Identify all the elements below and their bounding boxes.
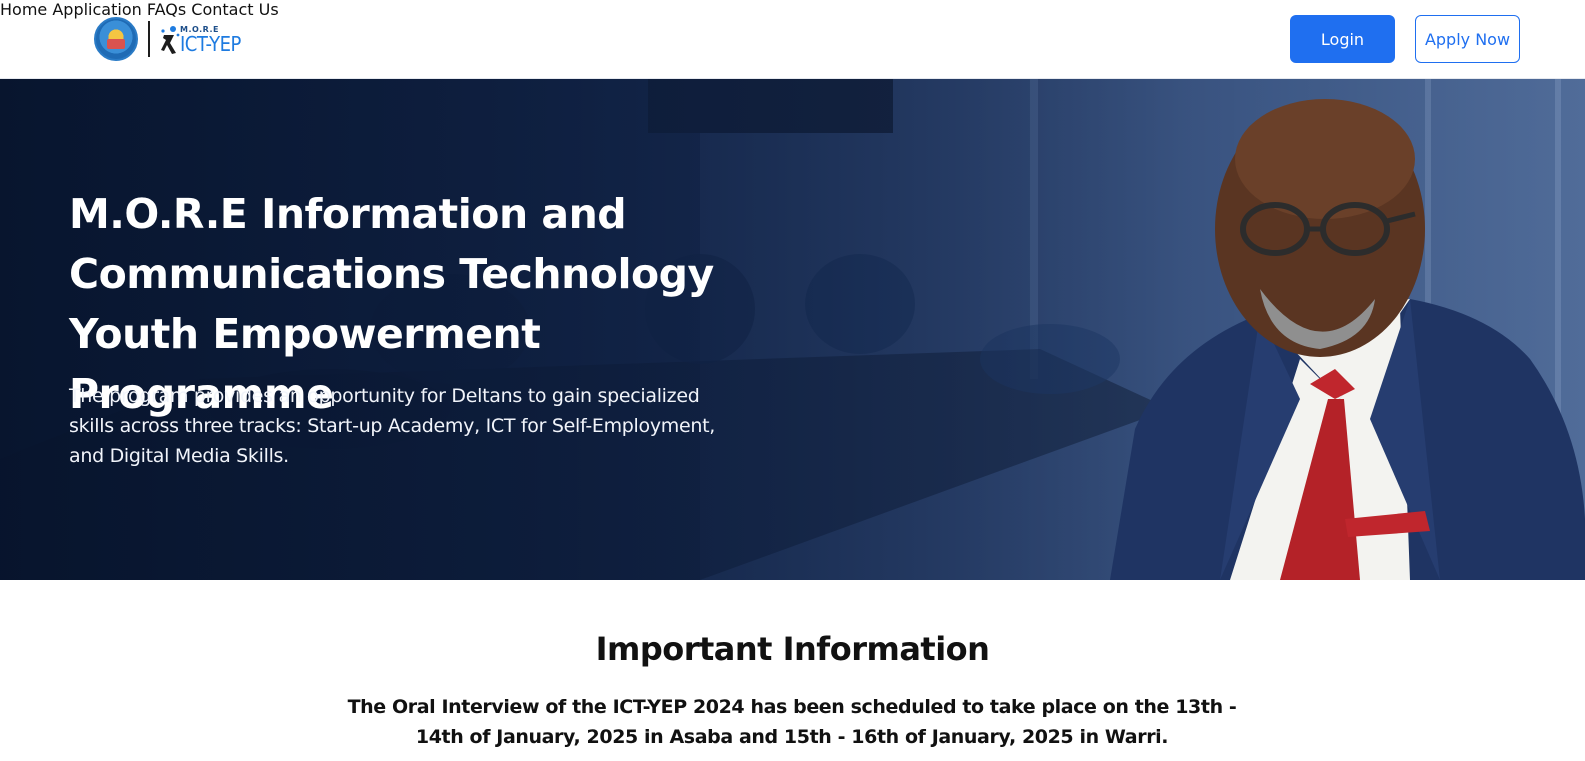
logo-divider — [148, 21, 150, 57]
important-information-text: The Oral Interview of the ICT-YEP 2024 h… — [347, 696, 1237, 748]
delta-state-seal-icon — [94, 17, 138, 61]
logo-ict-yep-text: ICT-YEP — [180, 32, 241, 56]
nav-home[interactable]: Home — [0, 0, 47, 19]
site-header: M.O.R.E ICT-YEP Home Application FAQs Co… — [0, 0, 1585, 79]
site-logo[interactable]: M.O.R.E ICT-YEP — [94, 17, 250, 61]
hero-description: The program provides an opportunity for … — [69, 385, 716, 467]
hero-banner: M.O.R.E Information and Communications T… — [0, 79, 1585, 580]
important-information-title: Important Information — [595, 630, 990, 668]
ict-yep-logo-mark: M.O.R.E ICT-YEP — [158, 19, 250, 59]
governor-portrait-image — [1110, 99, 1585, 580]
apply-now-button[interactable]: Apply Now — [1415, 15, 1520, 63]
runner-icon — [161, 26, 180, 54]
login-button[interactable]: Login — [1290, 15, 1395, 63]
